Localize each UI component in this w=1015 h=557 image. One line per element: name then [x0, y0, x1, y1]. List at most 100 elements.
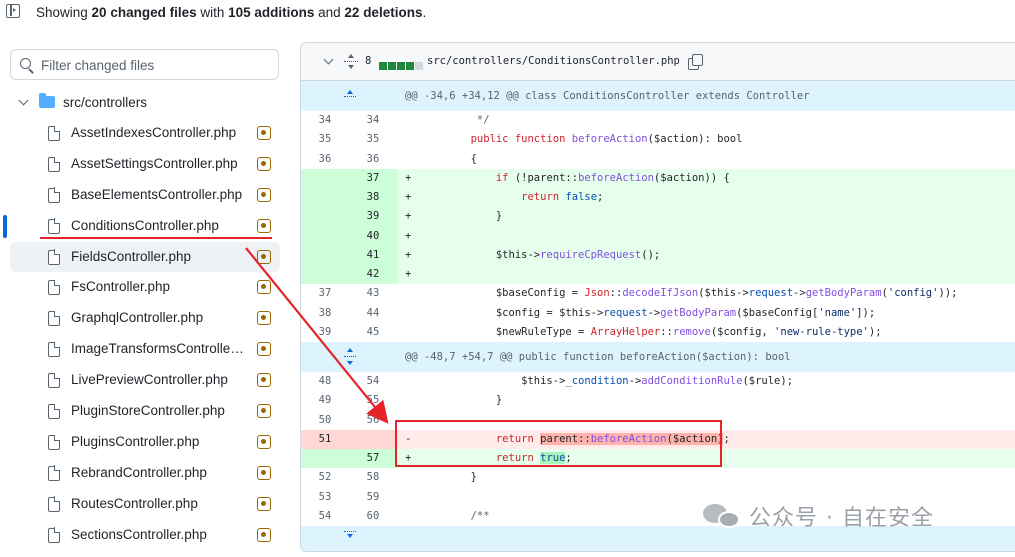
new-line-number[interactable]: 55 — [349, 391, 397, 410]
code-line: public function beforeAction($action): b… — [470, 133, 743, 146]
file-tree-item[interactable]: RebrandController.php — [10, 458, 280, 489]
old-line-number[interactable]: 49 — [301, 391, 349, 410]
diff-line-context: 37 43 $baseConfig = Json::decodeIfJson($t… — [301, 284, 1015, 303]
old-line-number[interactable] — [301, 449, 349, 469]
new-line-number[interactable]: 36 — [349, 150, 397, 169]
expand-down-icon[interactable] — [344, 526, 356, 551]
old-line-number[interactable]: 50 — [301, 411, 349, 430]
file-icon — [48, 403, 61, 420]
old-line-number[interactable]: 35 — [301, 130, 349, 149]
file-icon — [48, 372, 61, 389]
old-line-number[interactable] — [301, 265, 349, 285]
wechat-icon — [703, 501, 743, 531]
file-tree-item[interactable]: PluginStoreController.php — [10, 396, 280, 427]
new-line-number[interactable]: 35 — [349, 130, 397, 149]
new-line-number[interactable]: 60 — [349, 507, 397, 526]
old-line-number[interactable] — [301, 188, 349, 208]
new-line-number[interactable]: 38 — [349, 188, 397, 208]
file-tree-item[interactable]: SectionsController.php — [10, 520, 280, 551]
file-tree-item[interactable]: ImageTransformsController.... — [10, 334, 280, 365]
diff-sign: + — [405, 210, 412, 223]
file-tree-item[interactable]: FieldsController.php — [10, 241, 280, 273]
file-icon — [48, 310, 61, 327]
copy-icon[interactable] — [688, 54, 703, 70]
old-line-number[interactable]: 54 — [301, 507, 349, 526]
file-tree-item[interactable]: PluginsController.php — [10, 427, 280, 458]
new-line-number[interactable]: 43 — [349, 284, 397, 303]
file-name: AssetSettingsController.php — [71, 155, 238, 171]
file-tree-item[interactable]: AssetIndexesController.php — [10, 118, 280, 149]
old-line-number[interactable]: 52 — [301, 468, 349, 487]
old-line-number[interactable] — [301, 226, 349, 246]
new-line-number[interactable] — [349, 429, 397, 449]
filter-files-box[interactable] — [10, 49, 279, 80]
code-line: } — [420, 210, 503, 223]
new-line-number[interactable]: 58 — [349, 468, 397, 487]
sidebar-toggle-icon[interactable] — [6, 4, 20, 18]
diff-sign — [405, 150, 417, 169]
file-tree-item[interactable]: LivePreviewController.php — [10, 365, 280, 396]
old-line-number[interactable] — [301, 245, 349, 265]
expand-up-icon[interactable] — [344, 81, 356, 111]
summary-text: with — [196, 5, 229, 20]
code-line: return false; — [521, 191, 604, 203]
file-tree-item[interactable]: RoutesController.php — [10, 489, 280, 520]
old-line-number[interactable]: 48 — [301, 372, 349, 391]
file-name: SectionsController.php — [71, 526, 207, 542]
old-line-number[interactable] — [301, 168, 349, 188]
file-tree-item[interactable]: BaseElementsController.php — [10, 180, 280, 211]
diff-sign: + — [405, 268, 412, 280]
old-line-number[interactable]: 39 — [301, 323, 349, 342]
old-line-number[interactable]: 37 — [301, 284, 349, 303]
new-line-number[interactable]: 37 — [349, 168, 397, 188]
new-line-number[interactable]: 54 — [349, 372, 397, 391]
code-line: { — [420, 152, 477, 165]
change-count: 8 — [365, 55, 372, 67]
new-line-number[interactable]: 42 — [349, 265, 397, 285]
file-icon — [48, 187, 61, 203]
new-line-number[interactable]: 41 — [349, 245, 397, 265]
file-tree-item[interactable]: FsController.php — [10, 272, 280, 303]
watermark: 公众号 · 自在安全 — [703, 500, 934, 532]
file-icon — [48, 249, 61, 265]
file-modified-icon — [257, 434, 271, 449]
diff-hunk-header: @@ -48,7 +54,7 @@ public function before… — [301, 342, 1015, 372]
file-modified-icon — [257, 527, 271, 542]
diff-file-path[interactable]: src/controllers/ConditionsController.php — [427, 55, 680, 67]
old-line-number[interactable] — [301, 207, 349, 227]
new-line-number[interactable]: 59 — [349, 488, 397, 507]
file-tree-item[interactable]: AssetSettingsController.php — [10, 149, 280, 180]
old-line-number[interactable]: 53 — [301, 488, 349, 507]
file-tree-item[interactable]: GraphqlController.php — [10, 303, 280, 334]
old-line-number[interactable]: 51 — [301, 429, 349, 449]
old-line-number[interactable]: 38 — [301, 304, 349, 323]
folder-label: src/controllers — [63, 95, 148, 110]
diff-line-context: 34 34 */ — [301, 111, 1015, 130]
file-modified-icon — [257, 373, 271, 388]
tree-folder[interactable]: src/controllers — [10, 88, 280, 118]
hunk-header-text: @@ -34,6 +34,12 @@ class ConditionsContr… — [405, 81, 1015, 111]
expand-all-icon[interactable] — [344, 54, 358, 70]
expand-icon[interactable] — [344, 342, 356, 372]
new-line-number[interactable]: 45 — [349, 323, 397, 342]
file-modified-icon — [257, 496, 271, 511]
chevron-down-icon[interactable] — [18, 95, 29, 106]
old-line-number[interactable]: 34 — [301, 111, 349, 130]
new-line-number[interactable]: 40 — [349, 226, 397, 246]
diff-line-added: 38 + return false; — [301, 188, 1015, 208]
file-name: AssetIndexesController.php — [71, 125, 237, 140]
file-tree: src/controllers AssetIndexesController.p… — [10, 88, 280, 550]
old-line-number[interactable]: 36 — [301, 150, 349, 169]
diff-sign — [405, 304, 417, 323]
new-line-number[interactable]: 56 — [349, 411, 397, 430]
new-line-number[interactable]: 44 — [349, 304, 397, 323]
collapse-chevron-icon[interactable] — [323, 54, 334, 65]
annotation-box — [395, 420, 722, 467]
filter-files-input[interactable] — [41, 55, 271, 75]
diff-summary-bar: Showing 20 changed files with 105 additi… — [0, 0, 1015, 26]
new-line-number[interactable]: 57 — [349, 449, 397, 469]
new-line-number[interactable]: 39 — [349, 207, 397, 227]
new-line-number[interactable]: 34 — [349, 111, 397, 130]
diff-sign — [405, 468, 417, 487]
